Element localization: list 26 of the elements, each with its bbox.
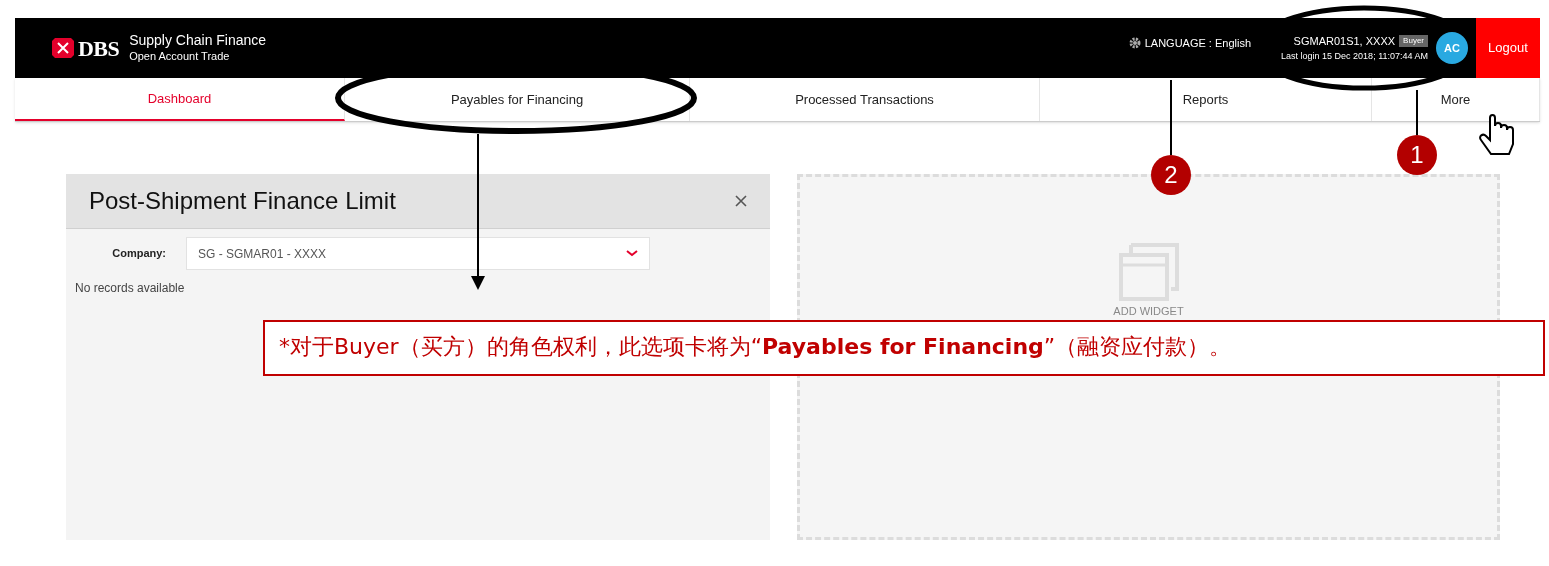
- product-title: Supply Chain Finance: [129, 32, 267, 50]
- nav-tab[interactable]: Processed Transactions: [690, 78, 1040, 121]
- user-id: SGMAR01S1, XXXX: [1293, 34, 1396, 49]
- hand-cursor-icon: [1479, 114, 1514, 155]
- nav-tab[interactable]: Dashboard: [15, 78, 345, 121]
- close-icon[interactable]: [735, 195, 747, 207]
- callout-number: 2: [1151, 155, 1191, 195]
- logo-icon: [52, 38, 74, 58]
- company-label: Company:: [111, 246, 166, 262]
- role-badge: Buyer: [1399, 35, 1428, 48]
- language-selector[interactable]: LANGUAGE : English: [1144, 34, 1252, 52]
- logout-button[interactable]: Logout: [1476, 18, 1540, 78]
- company-dropdown[interactable]: SG - SGMAR01 - XXXX: [186, 237, 650, 270]
- settings-icon: [1128, 37, 1141, 49]
- note-text: *对于Buyer（买方）的角色权利，此选项卡将为“Payables for Financing”（融资应付款）。: [263, 320, 1545, 376]
- chevron-down-icon: [626, 250, 638, 257]
- window-stack-icon: [1116, 243, 1181, 301]
- empty-message: No records available: [75, 280, 185, 297]
- last-login: Last login 15 Dec 2018; 11:07:44 AM: [1281, 49, 1428, 63]
- product-subtitle: Open Account Trade: [129, 49, 231, 64]
- callout-number: 1: [1397, 135, 1437, 175]
- nav-tab[interactable]: Reports: [1040, 78, 1372, 121]
- widget-title: Post-Shipment Finance Limit: [89, 186, 396, 216]
- nav-tab[interactable]: Payables for Financing: [345, 78, 690, 121]
- logo-text: DBS: [78, 34, 120, 63]
- leader-line: [1416, 89, 1418, 136]
